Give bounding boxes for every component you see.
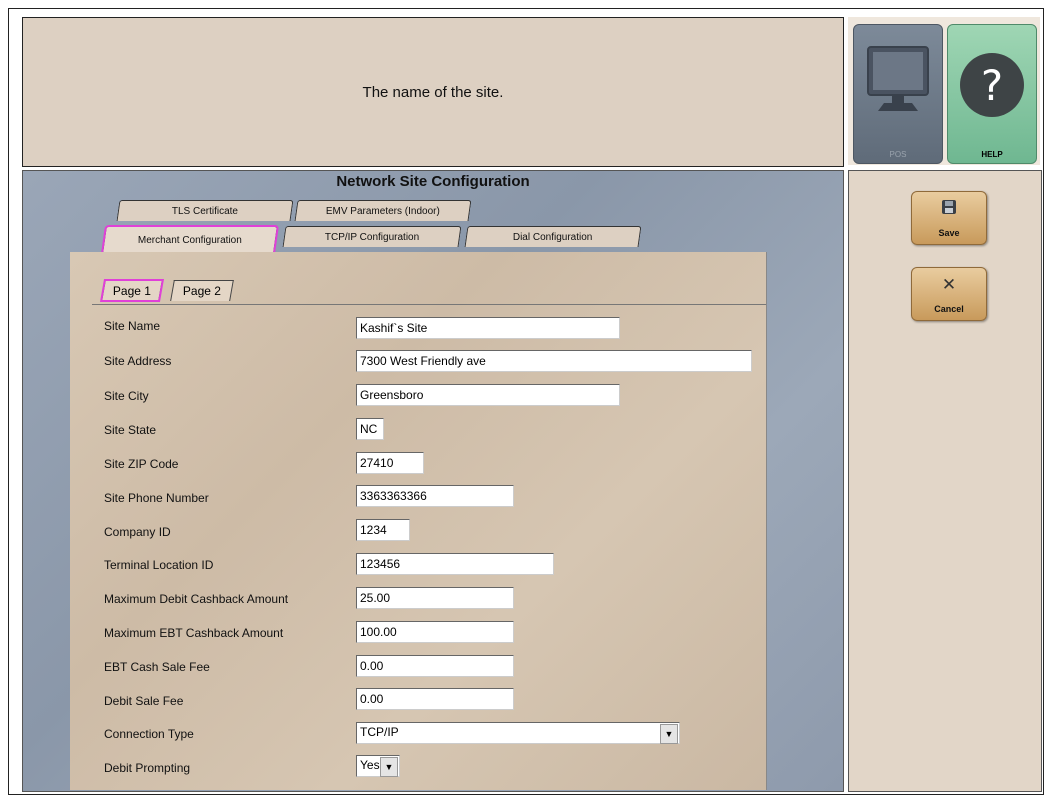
help-button[interactable]: ? HELP [947, 24, 1037, 164]
label-max-debit-cashback: Maximum Debit Cashback Amount [104, 592, 289, 606]
company-id-input[interactable] [356, 519, 410, 541]
pos-button[interactable]: POS [853, 24, 943, 164]
save-label: Save [938, 228, 960, 238]
tab-emv-parameters[interactable]: EMV Parameters (Indoor) [294, 200, 472, 221]
ebt-cash-sale-fee-input[interactable] [356, 655, 514, 677]
label-terminal-location-id: Terminal Location ID [104, 558, 214, 572]
label-site-zip: Site ZIP Code [104, 457, 179, 471]
cancel-label: Cancel [934, 304, 964, 314]
site-address-input[interactable] [356, 350, 752, 372]
site-city-input[interactable] [356, 384, 620, 406]
label-debit-sale-fee: Debit Sale Fee [104, 694, 184, 708]
tab-page-1[interactable]: Page 1 [100, 279, 164, 302]
debit-sale-fee-input[interactable] [356, 688, 514, 710]
save-button[interactable]: Save [911, 191, 987, 245]
label-debit-prompting: Debit Prompting [104, 761, 191, 775]
label-connection-type: Connection Type [104, 727, 194, 741]
site-phone-input[interactable] [356, 485, 514, 507]
label-max-ebt-cashback: Maximum EBT Cashback Amount [104, 626, 284, 640]
max-ebt-cashback-input[interactable] [356, 621, 514, 643]
tab-tls-certificate[interactable]: TLS Certificate [116, 200, 294, 221]
window-title: Network Site Configuration [336, 173, 530, 190]
help-label: HELP [981, 150, 1003, 159]
monitor-icon [867, 46, 929, 111]
site-state-input[interactable] [356, 418, 384, 440]
label-site-state: Site State [104, 423, 157, 437]
terminal-location-id-input[interactable] [356, 553, 554, 575]
top-icon-panel: POS ? HELP [848, 17, 1040, 165]
question-icon: ? [960, 53, 1024, 117]
svg-text:?: ? [981, 61, 1003, 110]
site-name-input[interactable] [356, 317, 620, 339]
chevron-down-icon[interactable]: ▼ [380, 757, 398, 777]
tab-merchant-configuration[interactable]: Merchant Configuration [101, 225, 279, 254]
pos-label: POS [889, 150, 907, 159]
max-debit-cashback-input[interactable] [356, 587, 514, 609]
x-icon: ✕ [941, 275, 957, 294]
divider [92, 304, 766, 305]
label-site-address: Site Address [104, 354, 172, 368]
action-panel: Save ✕ Cancel [848, 170, 1042, 792]
debit-prompting-select[interactable]: Yes ▼ [356, 755, 400, 777]
cancel-button[interactable]: ✕ Cancel [911, 267, 987, 321]
label-site-name: Site Name [104, 319, 161, 333]
help-banner: The name of the site. [22, 17, 844, 167]
floppy-icon [912, 199, 986, 220]
label-site-phone: Site Phone Number [104, 491, 209, 505]
chevron-down-icon[interactable]: ▼ [660, 724, 678, 744]
label-site-city: Site City [104, 389, 149, 403]
tab-dial-configuration[interactable]: Dial Configuration [464, 226, 642, 247]
connection-type-value: TCP/IP [360, 725, 399, 739]
connection-type-select[interactable]: TCP/IP ▼ [356, 722, 680, 744]
debit-prompting-value: Yes [360, 758, 380, 772]
site-zip-input[interactable] [356, 452, 424, 474]
help-text: The name of the site. [362, 83, 504, 101]
label-ebt-cash-sale-fee: EBT Cash Sale Fee [104, 660, 210, 674]
tab-tcpip-configuration[interactable]: TCP/IP Configuration [282, 226, 462, 247]
label-company-id: Company ID [104, 525, 171, 539]
tab-page-2[interactable]: Page 2 [170, 280, 234, 301]
